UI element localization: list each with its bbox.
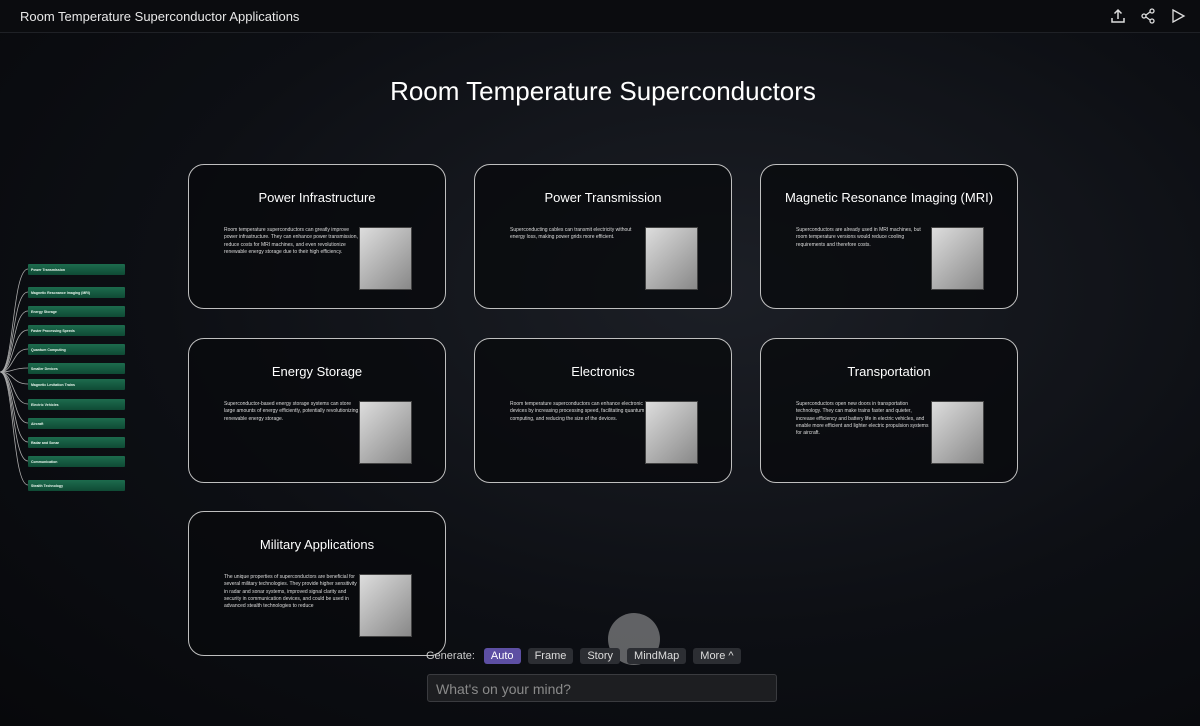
card-image — [359, 574, 412, 637]
card-text: Room temperature superconductors can gre… — [224, 227, 358, 255]
generate-story-button[interactable]: Story — [580, 648, 621, 664]
card[interactable]: Power Infrastructure Room temperature sup… — [188, 164, 446, 309]
mindmap-node[interactable]: Communication — [28, 456, 125, 467]
generate-mindmap-button[interactable]: MindMap — [627, 648, 687, 664]
page-title: Room Temperature Superconductors — [390, 76, 816, 106]
upload-icon[interactable] — [1108, 6, 1128, 26]
card-text: Superconducting cables can transmit elec… — [510, 227, 632, 241]
generate-auto-button[interactable]: Auto — [483, 648, 521, 664]
mindmap-connector — [0, 371, 29, 424]
card-title: Power Transmission — [544, 190, 662, 205]
card[interactable]: Power Transmission Superconducting cables… — [474, 164, 732, 309]
mindmap-node[interactable]: Faster Processing Speeds — [28, 325, 125, 336]
mindmap-node[interactable]: Energy Storage — [28, 306, 125, 317]
mindmap-connector — [0, 310, 29, 373]
card-title: Military Applications — [259, 537, 375, 552]
card-title: Magnetic Resonance Imaging (MRI) — [784, 190, 994, 205]
card-text: The unique properties of superconductors… — [224, 574, 357, 610]
mindmap-node[interactable]: Stealth Technology — [28, 480, 125, 491]
play-icon[interactable] — [1168, 6, 1188, 26]
generate-more-button[interactable]: More ^ — [693, 648, 741, 664]
mindmap-node[interactable]: Aircraft — [28, 418, 125, 429]
generate-bar: Generate: Auto Frame Story MindMap More … — [426, 648, 741, 664]
card-title: Energy Storage — [271, 364, 363, 379]
mindmap-node[interactable]: Power Transmission — [28, 264, 125, 275]
card-text: Superconductors open new doors in transp… — [796, 401, 929, 437]
generate-frame-button[interactable]: Frame — [527, 648, 574, 664]
card-title: Power Infrastructure — [258, 190, 376, 205]
card-title: Electronics — [571, 364, 635, 379]
card-image — [645, 227, 698, 290]
mindmap-connector — [0, 268, 29, 373]
card[interactable]: Energy Storage Superconductor-based energ… — [188, 338, 446, 483]
mindmap-node[interactable]: Magnetic Resonance Imaging (MRI) — [28, 287, 125, 298]
mindmap-node[interactable]: Radar and Sonar — [28, 437, 125, 448]
generate-label: Generate: — [426, 650, 475, 662]
card-image — [645, 401, 698, 464]
card-image — [931, 401, 984, 464]
share-icon[interactable] — [1138, 6, 1158, 26]
top-bar: Room Temperature Superconductor Applicat… — [0, 0, 1200, 33]
card-image — [359, 401, 412, 464]
mindmap-node[interactable]: Quantum Computing — [28, 344, 125, 355]
mindmap-node[interactable]: Smaller Devices — [28, 363, 125, 374]
mindmap-connector — [0, 371, 29, 462]
mindmap-node[interactable]: Magnetic Levitation Trains — [28, 379, 125, 390]
card[interactable]: Magnetic Resonance Imaging (MRI) Supercon… — [760, 164, 1018, 309]
prompt-input[interactable]: What's on your mind? — [427, 674, 777, 702]
card-text: Superconductor-based energy storage syst… — [224, 401, 359, 422]
card[interactable]: Transportation Superconductors open new d… — [760, 338, 1018, 483]
card-text: Superconductors are already used in MRI … — [796, 227, 921, 248]
card-image — [931, 227, 984, 290]
card-text: Room temperature superconductors can enh… — [510, 401, 645, 422]
card[interactable]: Electronics Room temperature superconduct… — [474, 338, 732, 483]
card-image — [359, 227, 412, 290]
mindmap-node[interactable]: Electric Vehicles — [28, 399, 125, 410]
card[interactable]: Military Applications The unique properti… — [188, 511, 446, 656]
card-title: Transportation — [847, 364, 931, 379]
